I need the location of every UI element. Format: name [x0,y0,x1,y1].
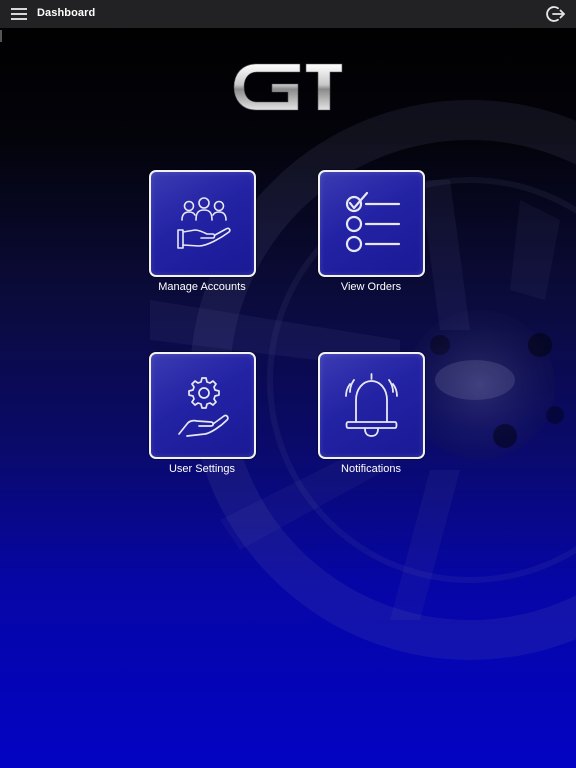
gear-hand-icon [178,377,229,437]
edge-marker [0,30,2,42]
tile-user-settings-box[interactable] [149,352,256,459]
gi-logo [233,63,343,111]
checklist-icon [345,191,401,253]
tile-label: User Settings [168,463,236,475]
bell-icon [345,373,398,437]
tile-manage-accounts-box[interactable] [149,170,256,277]
top-app-bar: Dashboard [0,0,576,28]
tile-label: View Orders [340,281,402,293]
tile-user-settings[interactable]: User Settings [134,352,274,475]
tile-manage-accounts[interactable]: Manage Accounts [134,170,274,293]
tile-notifications-box[interactable] [318,352,425,459]
page-title: Dashboard [37,7,96,19]
logout-icon[interactable] [546,5,566,23]
group-hand-icon [177,197,231,249]
tile-label: Manage Accounts [158,281,246,293]
hamburger-menu-icon[interactable] [11,6,29,22]
wheel-background-image [150,100,576,660]
tile-view-orders-box[interactable] [318,170,425,277]
tile-notifications[interactable]: Notifications [303,352,443,475]
tile-label: Notifications [341,463,401,475]
tile-view-orders[interactable]: View Orders [303,170,443,293]
